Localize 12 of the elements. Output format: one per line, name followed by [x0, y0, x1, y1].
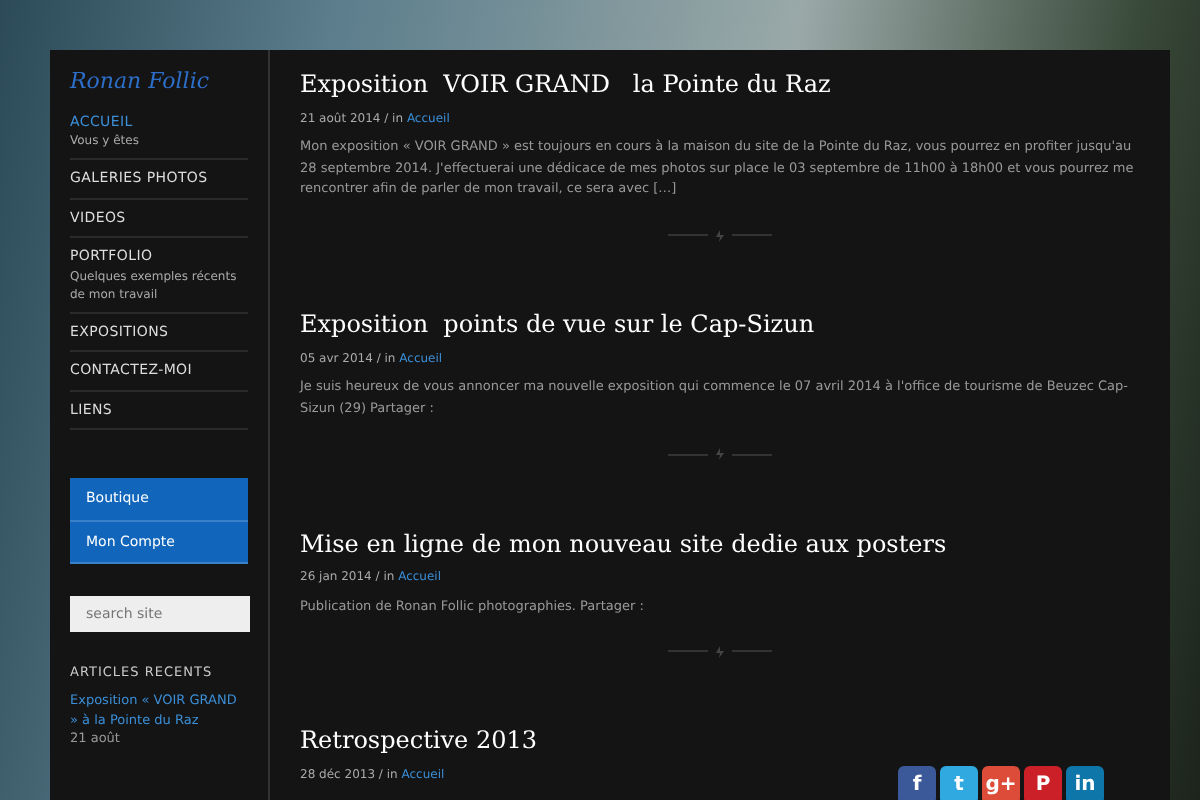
lightning-icon [716, 645, 724, 658]
lightning-icon [716, 448, 724, 461]
share-button[interactable]: g+ [982, 766, 1020, 800]
post-title[interactable]: Retrospective 2013 [300, 726, 537, 756]
share-button[interactable]: P [1024, 766, 1062, 800]
post-title[interactable]: Mise en ligne de mon nouveau site dedie aux posters [300, 529, 947, 558]
share-button[interactable]: in [1066, 766, 1104, 800]
lightning-icon [716, 229, 724, 242]
post-title[interactable]: Exposition VOIR GRAND la Pointe du Raz [300, 70, 831, 99]
post-title[interactable]: Exposition points de vue sur le Cap-Sizun [300, 310, 815, 340]
share-button[interactable]: f [898, 766, 936, 800]
site-logo[interactable]: Ronan Follic [70, 66, 209, 99]
